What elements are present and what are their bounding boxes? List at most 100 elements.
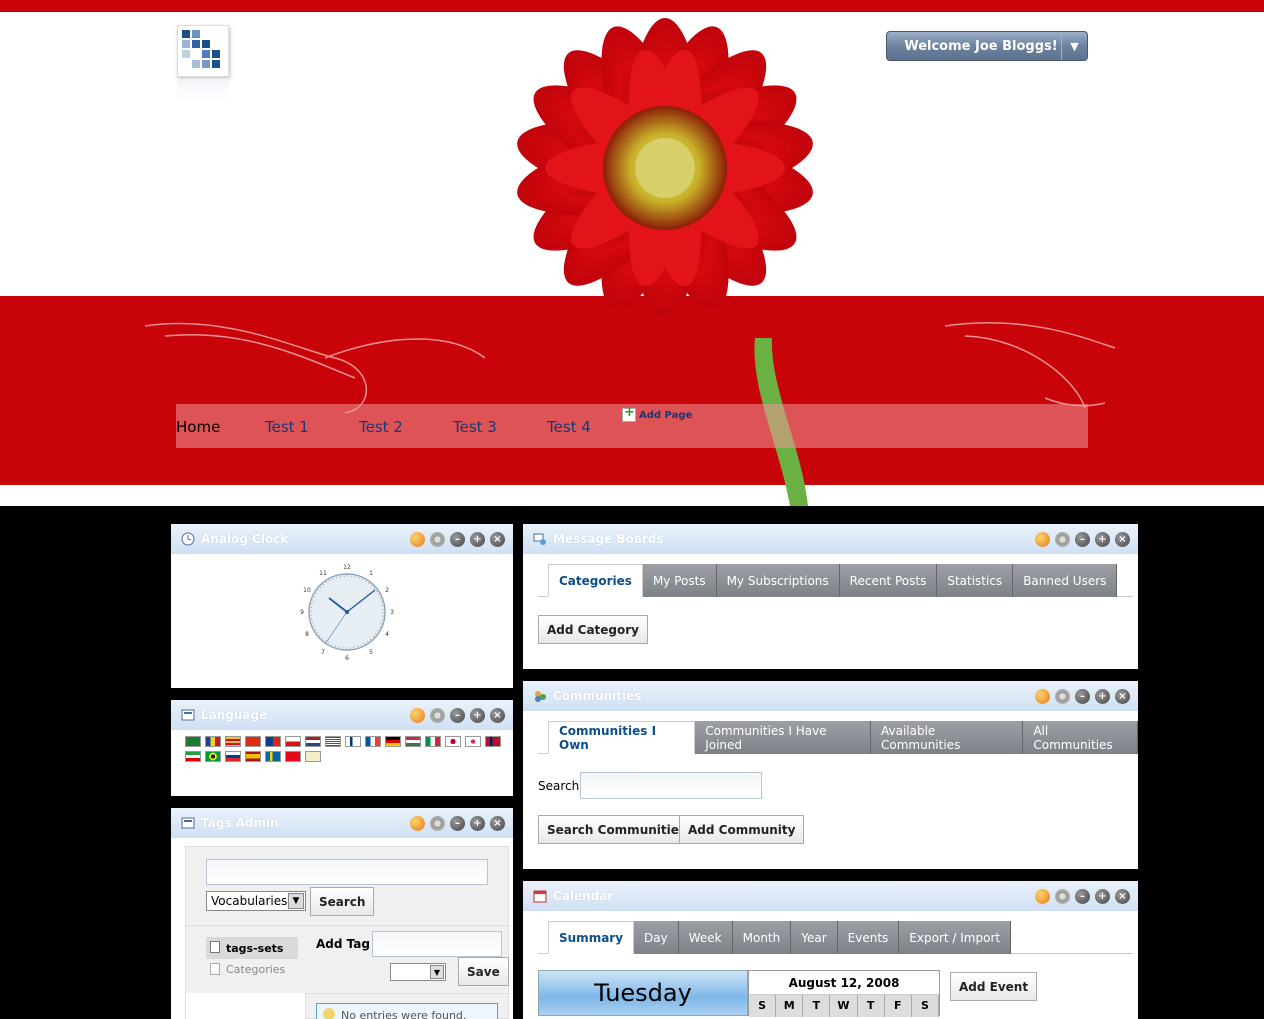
tab-month[interactable]: Month	[732, 921, 792, 954]
flag-finland-icon[interactable]	[345, 736, 361, 747]
tag-vocabulary-select[interactable]: ▼	[390, 963, 446, 981]
look-and-feel-icon[interactable]	[1035, 689, 1050, 704]
add-community-button[interactable]: Add Community	[679, 815, 805, 844]
gear-icon[interactable]	[430, 708, 445, 723]
flag-catalonia-icon[interactable]	[225, 736, 241, 747]
flag-spain-icon[interactable]	[245, 751, 261, 762]
chevron-down-icon[interactable]: ▼	[288, 893, 304, 909]
nav-item-test-1[interactable]: Test 1	[265, 418, 309, 436]
portlet-title-bar[interactable]: Calendar – + ×	[523, 881, 1138, 911]
tab-statistics[interactable]: Statistics	[937, 564, 1014, 597]
add-event-button[interactable]: Add Event	[950, 972, 1038, 1001]
flag-russia-icon[interactable]	[225, 751, 241, 762]
flag-sweden-icon[interactable]	[265, 751, 281, 762]
portlet-title-bar[interactable]: Analog Clock – + ×	[171, 524, 513, 554]
tab-day[interactable]: Day	[634, 921, 679, 954]
welcome-user-menu[interactable]: Welcome Joe Bloggs! ▼	[886, 31, 1088, 61]
tab-export-import[interactable]: Export / Import	[899, 921, 1012, 954]
tab-year[interactable]: Year	[791, 921, 838, 954]
minimize-icon[interactable]: –	[450, 708, 465, 723]
maximize-icon[interactable]: +	[1095, 889, 1110, 904]
tab-recent-posts[interactable]: Recent Posts	[839, 564, 938, 597]
look-and-feel-icon[interactable]	[410, 708, 425, 723]
flag-germany-icon[interactable]	[385, 736, 401, 747]
close-icon[interactable]: ×	[490, 708, 505, 723]
nav-item-home[interactable]: Home	[176, 418, 220, 436]
close-icon[interactable]: ×	[1115, 532, 1130, 547]
portlet-title-bar[interactable]: Message Boards – + ×	[523, 524, 1138, 554]
maximize-icon[interactable]: +	[470, 532, 485, 547]
close-icon[interactable]: ×	[1115, 689, 1130, 704]
gear-icon[interactable]	[1055, 532, 1070, 547]
maximize-icon[interactable]: +	[1095, 689, 1110, 704]
flag-iran-icon[interactable]	[185, 751, 201, 762]
save-tag-button[interactable]: Save	[458, 957, 509, 986]
close-icon[interactable]: ×	[490, 816, 505, 831]
minimize-icon[interactable]: –	[450, 816, 465, 831]
nav-item-test-3[interactable]: Test 3	[453, 418, 497, 436]
tab-my-posts[interactable]: My Posts	[642, 564, 717, 597]
maximize-icon[interactable]: +	[470, 816, 485, 831]
tab-categories[interactable]: Categories	[548, 564, 643, 597]
flag-japan-icon[interactable]	[445, 736, 461, 747]
add-page-button[interactable]: Add Page	[622, 405, 692, 422]
gear-icon[interactable]	[430, 816, 445, 831]
gear-icon[interactable]	[1055, 889, 1070, 904]
tree-item-categories[interactable]: Categories	[226, 963, 285, 976]
site-logo[interactable]	[177, 25, 229, 77]
maximize-icon[interactable]: +	[1095, 532, 1110, 547]
flag-hungary-icon[interactable]	[405, 736, 421, 747]
close-icon[interactable]: ×	[490, 532, 505, 547]
search-communities-button[interactable]: Search Communities	[538, 815, 696, 844]
minimize-icon[interactable]: –	[1075, 532, 1090, 547]
look-and-feel-icon[interactable]	[1035, 532, 1050, 547]
minimize-icon[interactable]: –	[1075, 689, 1090, 704]
portlet-title-bar[interactable]: Tags Admin – + ×	[171, 808, 513, 838]
tab-week[interactable]: Week	[678, 921, 733, 954]
look-and-feel-icon[interactable]	[410, 532, 425, 547]
flag-brazil-icon[interactable]	[205, 751, 221, 762]
look-and-feel-icon[interactable]	[410, 816, 425, 831]
tab-communities-i-own[interactable]: Communities I Own	[548, 721, 696, 754]
flag-vietnam-icon[interactable]	[305, 751, 321, 762]
portlet-title-bar[interactable]: Communities – + ×	[523, 681, 1138, 711]
nav-item-test-2[interactable]: Test 2	[359, 418, 403, 436]
minimize-icon[interactable]: –	[1075, 889, 1090, 904]
gear-icon[interactable]	[1055, 689, 1070, 704]
chevron-down-icon[interactable]: ▼	[430, 965, 444, 979]
tab-all-communities[interactable]: All Communities	[1023, 721, 1138, 754]
flag-korea-icon[interactable]	[465, 736, 481, 747]
portlet-title-bar[interactable]: Language – + ×	[171, 700, 513, 730]
add-tag-input[interactable]	[372, 931, 502, 957]
add-category-button[interactable]: Add Category	[538, 615, 648, 644]
flag-turkey-icon[interactable]	[285, 751, 301, 762]
flag-norway-icon[interactable]	[485, 736, 501, 747]
tags-search-button[interactable]: Search	[310, 887, 375, 916]
minimize-icon[interactable]: –	[450, 532, 465, 547]
tab-summary[interactable]: Summary	[548, 921, 635, 954]
chevron-down-icon[interactable]: ▼	[1061, 32, 1087, 60]
maximize-icon[interactable]: +	[470, 708, 485, 723]
tab-communities-i-have-joined[interactable]: Communities I Have Joined	[695, 721, 871, 754]
flag-france-icon[interactable]	[365, 736, 381, 747]
look-and-feel-icon[interactable]	[1035, 889, 1050, 904]
tab-events[interactable]: Events	[837, 921, 900, 954]
welcome-label[interactable]: Welcome Joe Bloggs!	[887, 39, 1061, 54]
nav-item-test-4[interactable]: Test 4	[547, 418, 591, 436]
gear-icon[interactable]	[430, 532, 445, 547]
flag-netherlands-icon[interactable]	[305, 736, 321, 747]
tag-search-input[interactable]	[206, 859, 488, 885]
flag-taiwan-icon[interactable]	[265, 736, 281, 747]
vocabularies-select[interactable]: Vocabularies ▼	[206, 891, 306, 911]
flag-catalonia-icon[interactable]	[205, 736, 221, 747]
tab-available-communities[interactable]: Available Communities	[871, 721, 1024, 754]
tab-my-subscriptions[interactable]: My Subscriptions	[716, 564, 840, 597]
flag-usa-icon[interactable]	[325, 736, 341, 747]
community-search-input[interactable]	[580, 772, 762, 799]
flag-italy-icon[interactable]	[425, 736, 441, 747]
tab-banned-users[interactable]: Banned Users	[1013, 564, 1118, 597]
flag-china-icon[interactable]	[245, 736, 261, 747]
flag-saudi-arabia-icon[interactable]	[185, 736, 201, 747]
close-icon[interactable]: ×	[1115, 889, 1130, 904]
flag-czech-republic-icon[interactable]	[285, 736, 301, 747]
